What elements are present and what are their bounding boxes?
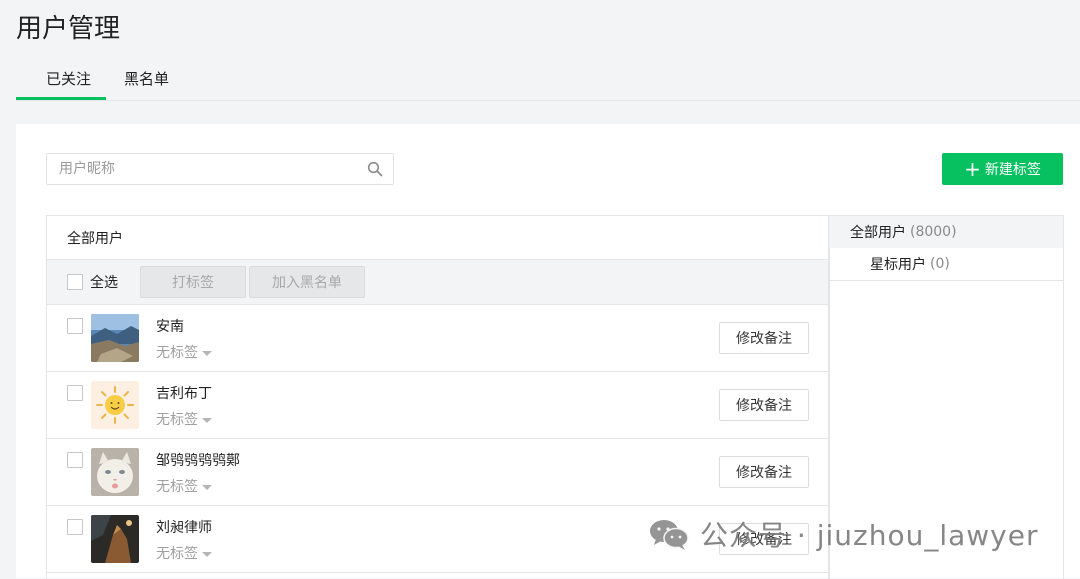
edit-remark-button[interactable]: 修改备注 <box>719 389 809 421</box>
watermark-text: 公众号 · jiuzhou_lawyer <box>700 519 1039 552</box>
select-all-checkbox[interactable] <box>67 274 83 290</box>
sidebar-item-all-users[interactable]: 全部用户 (8000) <box>829 216 1063 248</box>
user-row: 吉利布丁 无标签 修改备注 <box>47 372 829 439</box>
sidebar-item-count: (0) <box>930 256 950 272</box>
add-to-blacklist-button[interactable]: 加入黑名单 <box>249 266 365 298</box>
search-icon[interactable] <box>367 161 383 177</box>
select-all-label[interactable]: 全选 <box>90 272 118 292</box>
avatar <box>91 381 139 429</box>
main-panel: + 新建标签 全部用户 全选 打标签 加入黑名单 安南 无标签 <box>16 124 1080 579</box>
user-row: 邹鸮鸮鸮鸮鄚 无标签 修改备注 <box>47 439 829 506</box>
user-checkbox[interactable] <box>67 318 83 334</box>
user-tag-label: 无标签 <box>156 546 198 562</box>
user-tag-dropdown[interactable]: 无标签 <box>156 543 212 563</box>
caret-down-icon <box>202 350 212 356</box>
search-box <box>46 153 394 185</box>
sidebar-item-count: (8000) <box>910 224 957 240</box>
edit-remark-button[interactable]: 修改备注 <box>719 456 809 488</box>
avatar <box>91 448 139 496</box>
avatar <box>91 314 139 362</box>
caret-down-icon <box>202 551 212 557</box>
user-name: 安南 <box>156 319 184 335</box>
user-row: 安南 无标签 修改备注 <box>47 305 829 372</box>
bulk-toolbar: 全选 打标签 加入黑名单 <box>47 260 829 305</box>
sidebar-item-label: 全部用户 <box>850 225 906 241</box>
user-tag-label: 无标签 <box>156 412 198 428</box>
user-tag-dropdown[interactable]: 无标签 <box>156 342 212 362</box>
watermark: 公众号 · jiuzhou_lawyer <box>648 514 1038 554</box>
edit-remark-button[interactable]: 修改备注 <box>719 322 809 354</box>
search-input[interactable] <box>57 154 361 184</box>
active-tab-indicator <box>16 97 106 100</box>
new-tag-button[interactable]: + 新建标签 <box>942 153 1063 185</box>
user-tag-label: 无标签 <box>156 345 198 361</box>
user-name: 刘昶律师 <box>156 520 212 536</box>
page-title: 用户管理 <box>16 14 121 44</box>
user-checkbox[interactable] <box>67 519 83 535</box>
sidebar-item-label: 星标用户 <box>870 257 926 273</box>
user-list-heading: 全部用户 <box>47 216 829 260</box>
tab-blacklist[interactable]: 黑名单 <box>124 68 169 89</box>
sidebar-item-starred-users[interactable]: 星标用户 (0) <box>829 248 1063 281</box>
avatar <box>91 515 139 563</box>
new-tag-label: 新建标签 <box>984 162 1041 178</box>
user-checkbox[interactable] <box>67 385 83 401</box>
plus-icon: + <box>964 157 981 181</box>
caret-down-icon <box>202 417 212 423</box>
caret-down-icon <box>202 484 212 490</box>
user-checkbox[interactable] <box>67 452 83 468</box>
user-tag-dropdown[interactable]: 无标签 <box>156 476 212 496</box>
wechat-icon <box>650 520 689 550</box>
tag-users-button[interactable]: 打标签 <box>140 266 246 298</box>
user-name: 吉利布丁 <box>156 386 212 402</box>
tab-bar: 已关注 黑名单 <box>16 60 1080 101</box>
tab-followed[interactable]: 已关注 <box>46 68 91 89</box>
user-name: 邹鸮鸮鸮鸮鄚 <box>156 453 240 469</box>
user-tag-dropdown[interactable]: 无标签 <box>156 409 212 429</box>
user-tag-label: 无标签 <box>156 479 198 495</box>
